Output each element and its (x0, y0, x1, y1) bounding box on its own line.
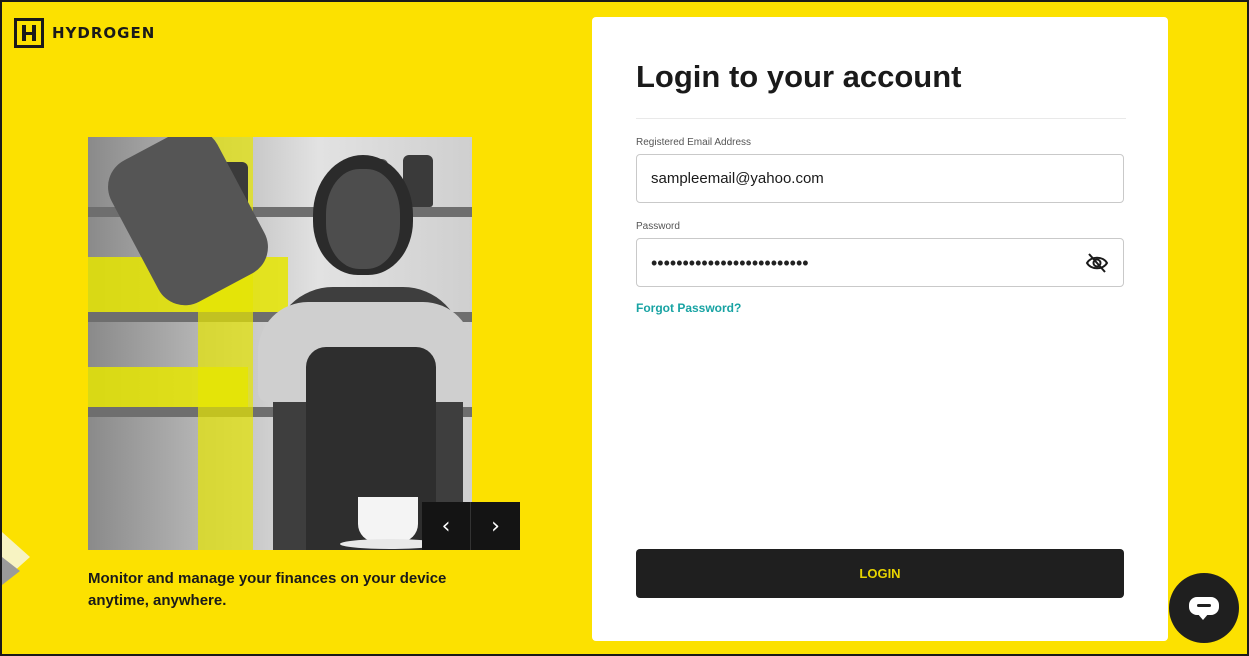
password-field[interactable]: ••••••••••••••••••••••••• (636, 238, 1124, 287)
email-field[interactable] (637, 155, 1085, 202)
carousel-controls: ‹ › (422, 502, 520, 550)
forgot-password-link[interactable]: Forgot Password? (636, 301, 741, 315)
password-label: Password (636, 221, 680, 232)
carousel-next-button[interactable]: › (471, 502, 520, 550)
hydrogen-logo-icon (14, 18, 44, 48)
brand-name: HYDROGEN (52, 24, 156, 42)
email-label: Registered Email Address (636, 137, 752, 148)
chat-widget-button[interactable] (1169, 573, 1239, 643)
eye-off-icon[interactable] (1085, 252, 1109, 274)
corner-decoration-shade (2, 557, 20, 585)
email-field-box (636, 154, 1124, 203)
hero-tagline: Monitor and manage your finances on your… (88, 570, 447, 609)
password-value: ••••••••••••••••••••••••• (651, 253, 809, 273)
title-divider (636, 118, 1126, 119)
hero-image (88, 137, 472, 550)
brand-logo[interactable]: HYDROGEN (14, 18, 155, 48)
login-button[interactable]: LOGIN (636, 549, 1124, 598)
login-card: Login to your account Registered Email A… (592, 17, 1168, 641)
page-title: Login to your account (636, 59, 962, 94)
carousel-prev-button[interactable]: ‹ (422, 502, 471, 550)
login-page: HYDROGEN ‹ › Monitor and manage your fin… (0, 0, 1249, 656)
